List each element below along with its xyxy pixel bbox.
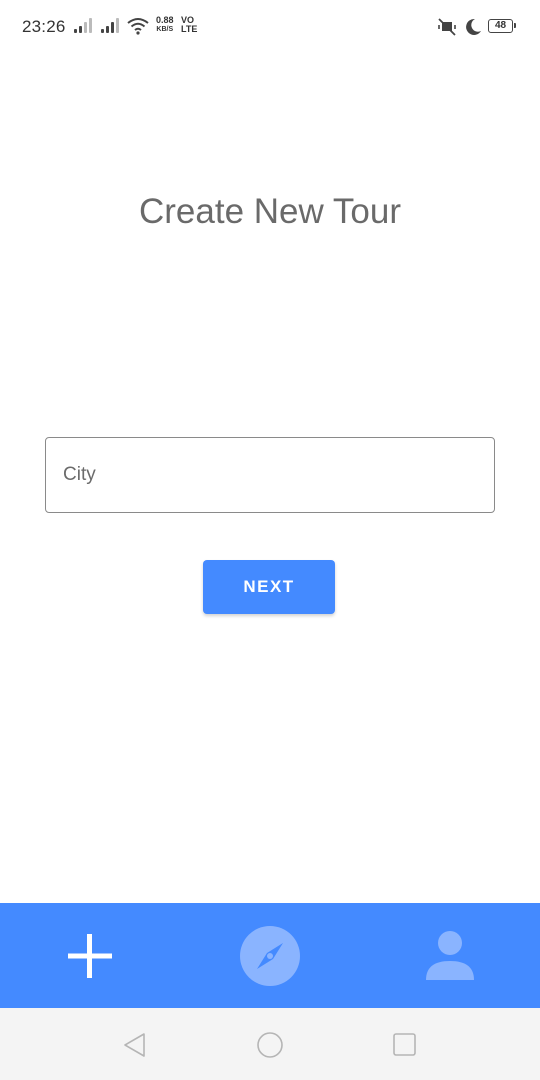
system-navigation-bar bbox=[0, 1008, 540, 1080]
volte-bottom: LTE bbox=[181, 24, 198, 34]
nav-add-button[interactable] bbox=[59, 925, 121, 987]
page-title: Create New Tour bbox=[139, 192, 401, 231]
nav-profile-button[interactable] bbox=[419, 925, 481, 987]
recents-icon[interactable] bbox=[390, 1030, 420, 1060]
battery-level: 48 bbox=[494, 20, 507, 31]
home-icon[interactable] bbox=[255, 1030, 285, 1060]
compass-icon bbox=[240, 926, 300, 986]
person-icon bbox=[426, 931, 474, 980]
network-speed: 0.88 KB/S bbox=[156, 16, 174, 34]
mute-icon bbox=[438, 18, 456, 36]
add-icon bbox=[68, 934, 112, 978]
status-time: 23:26 bbox=[22, 17, 66, 36]
battery-icon: 48 bbox=[488, 19, 516, 33]
wifi-icon bbox=[127, 18, 149, 35]
nav-explore-button[interactable] bbox=[239, 925, 301, 987]
back-icon[interactable] bbox=[120, 1030, 150, 1060]
network-speed-unit: KB/S bbox=[156, 26, 174, 33]
signal-icon bbox=[101, 17, 125, 33]
network-speed-value: 0.88 bbox=[156, 15, 174, 25]
next-button[interactable]: NEXT bbox=[203, 560, 335, 614]
status-bar: 23:26 0.88 KB/S VO LTE 48 bbox=[0, 0, 540, 56]
moon-icon bbox=[466, 18, 481, 35]
signal-icon bbox=[74, 17, 98, 33]
volte-indicator: VO LTE bbox=[181, 16, 197, 34]
city-input[interactable] bbox=[45, 437, 495, 513]
bottom-navigation bbox=[0, 903, 540, 1008]
